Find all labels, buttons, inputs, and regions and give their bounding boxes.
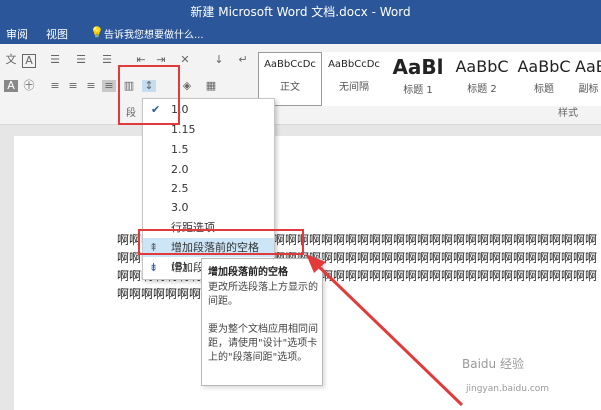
ribbon: 文 A ☰ ☰ ☰ ⇤ ⇥ ✕ ↓ ↵ A ㊉ ≡ ≡ ≡ ≡ ▥ ↕ ◈ ▦ …	[0, 44, 601, 125]
shading-icon[interactable]: ◈	[180, 80, 194, 92]
multilevel-list-icon[interactable]: ☰	[100, 54, 114, 66]
menu-item-3-0[interactable]: 3.0	[143, 198, 274, 217]
style-preview: AaBbC	[455, 57, 509, 76]
bullets-icon[interactable]: ☰	[48, 54, 62, 66]
style-preview: AaBbCcDc	[328, 59, 380, 70]
menu-item-label: 3.0	[171, 201, 189, 214]
menu-item-label: 2.5	[171, 182, 189, 195]
chinese-layout-icon[interactable]: ✕	[178, 54, 192, 66]
tab-view[interactable]: 视图	[46, 26, 68, 42]
watermark-url: jingyan.baidu.com	[466, 384, 550, 394]
style-preview: AaBbCcDc	[264, 59, 316, 70]
menu-item-1-5[interactable]: 1.5	[143, 140, 274, 159]
show-marks-icon[interactable]: ↵	[236, 54, 250, 66]
tooltip-description: 更改所选段落上方显示的间距。	[208, 282, 318, 307]
style-name: 标题 2	[467, 84, 497, 95]
align-center-icon[interactable]: ≡	[66, 80, 80, 92]
tooltip-note: 要为整个文档应用相同间距，请使用"设计"选项卡上的"段落间距"选项。	[208, 324, 318, 363]
lightbulb-icon: 💡	[90, 26, 104, 39]
style-name: 无间隔	[339, 82, 369, 93]
style-no-spacing[interactable]: AaBbCcDc 无间隔	[322, 52, 386, 106]
menu-item-label: 2.0	[171, 163, 189, 176]
phonetic-guide-icon[interactable]: 文	[4, 54, 18, 66]
menu-item-label: 增加段	[171, 261, 204, 274]
style-heading-1[interactable]: AaBl 标题 1	[386, 52, 450, 106]
tab-review[interactable]: 审阅	[6, 26, 28, 42]
style-name: 正文	[280, 82, 300, 93]
borders-icon[interactable]: ▦	[204, 80, 218, 92]
enclose-char-icon[interactable]: ㊉	[22, 80, 36, 92]
style-preview: AaBbC	[517, 57, 571, 76]
ribbon-tabs: 审阅 视图 💡 告诉我您想要做什么...	[0, 22, 601, 44]
align-right-icon[interactable]: ≡	[84, 80, 98, 92]
menu-item-2-5[interactable]: 2.5	[143, 179, 274, 198]
char-border-icon[interactable]: A	[22, 54, 36, 68]
justify-icon[interactable]: ≡	[102, 80, 116, 92]
styles-group-label: 样式	[558, 108, 578, 119]
menu-item-label: 1.5	[171, 143, 189, 156]
numbering-icon[interactable]: ☰	[74, 54, 88, 66]
document-line: 啊啊啊啊啊啊啊啊啊啊啊啊啊啊	[117, 285, 601, 303]
tell-me-input[interactable]: 告诉我您想要做什么...	[104, 26, 204, 41]
char-shading-icon[interactable]: A	[4, 80, 18, 92]
tooltip: 增加段落前的空格 更改所选段落上方显示的间距。 要为整个文档应用相同间距，请使用…	[201, 258, 323, 386]
style-name: 标题 1	[403, 85, 433, 96]
style-name: 标题	[534, 84, 554, 95]
window-title: 新建 Microsoft Word 文档.docx - Word	[190, 5, 411, 19]
style-title[interactable]: AaBbC 标题	[512, 52, 576, 106]
sort-icon[interactable]: ↓	[212, 54, 226, 66]
menu-item-2-0[interactable]: 2.0	[143, 160, 274, 179]
style-preview: AaBl	[392, 55, 444, 79]
space-after-icon: ⇟	[149, 261, 159, 274]
title-bar: 新建 Microsoft Word 文档.docx - Word	[0, 0, 601, 22]
style-heading-2[interactable]: AaBbC 标题 2	[450, 52, 514, 106]
align-left-icon[interactable]: ≡	[48, 80, 62, 92]
style-name: 副标	[578, 84, 599, 95]
style-preview: AaBb	[575, 57, 601, 76]
watermark: Baidu 经验	[462, 357, 524, 371]
style-subtitle[interactable]: AaBb 副标	[574, 52, 601, 106]
tooltip-title: 增加段落前的空格	[208, 267, 288, 278]
annotation-box	[118, 65, 180, 125]
annotation-box	[138, 229, 304, 255]
